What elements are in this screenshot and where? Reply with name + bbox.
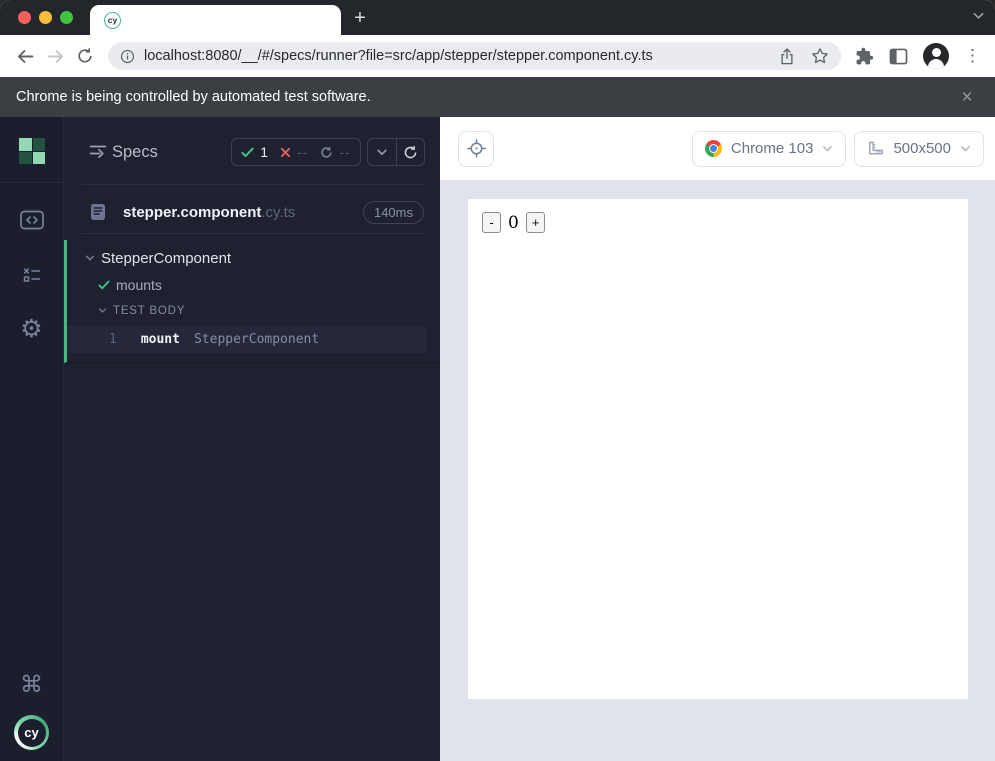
suite-row[interactable]: StepperComponent <box>67 246 440 270</box>
selector-playground-button[interactable] <box>458 131 494 167</box>
reporter-panel: Specs 1 -- -- <box>63 117 440 761</box>
test-passed-check-icon <box>98 280 110 290</box>
browser-select-label: Chrome 103 <box>731 140 814 157</box>
aut-viewport: - 0 + <box>468 199 968 699</box>
test-checklist-icon <box>22 267 41 284</box>
refresh-icon <box>403 145 418 160</box>
collapse-all-button[interactable] <box>368 139 396 165</box>
browser-window: cy + <box>0 0 995 761</box>
passed-check-icon <box>241 147 254 158</box>
reload-button[interactable] <box>70 41 100 71</box>
specs-list-toggle-button[interactable] <box>89 144 107 159</box>
runner-header: Chrome 103 500x500 <box>440 117 995 181</box>
decrement-button[interactable]: - <box>482 212 501 233</box>
chevron-down-icon <box>822 143 833 154</box>
automation-banner-text: Chrome is being controlled by automated … <box>16 89 371 105</box>
cypress-app: ⚙ ⌘ cy Specs 1 <box>0 117 995 761</box>
cypress-favicon-icon: cy <box>104 12 121 29</box>
runner-area: Chrome 103 500x500 <box>440 117 995 761</box>
reporter-header-buttons <box>367 138 425 166</box>
specs-list-icon <box>89 144 107 159</box>
viewport-select-label: 500x500 <box>893 140 951 157</box>
pending-count: -- <box>339 144 350 160</box>
test-title: mounts <box>116 277 162 293</box>
passed-count: 1 <box>260 144 268 160</box>
sidebar-item-settings[interactable]: ⚙ <box>20 317 42 342</box>
stepper-component: - 0 + <box>482 212 968 233</box>
command-number: 1 <box>109 332 117 347</box>
forward-button[interactable] <box>40 41 70 71</box>
chevron-down-icon <box>98 306 107 315</box>
spec-name: stepper.component.cy.ts <box>123 204 295 221</box>
share-icon[interactable] <box>779 48 795 65</box>
cypress-sidebar: ⚙ ⌘ cy <box>0 117 63 761</box>
browser-tab[interactable]: cy <box>90 5 341 35</box>
run-stats: 1 -- -- <box>231 138 361 166</box>
counter-value: 0 <box>508 213 519 233</box>
back-button[interactable] <box>10 41 40 71</box>
ruler-icon <box>867 140 884 157</box>
increment-button[interactable]: + <box>526 212 546 233</box>
browser-toolbar: localhost:8080/__/#/specs/runner?file=sr… <box>0 35 995 77</box>
automation-banner: Chrome is being controlled by automated … <box>0 77 995 117</box>
url-text: localhost:8080/__/#/specs/runner?file=sr… <box>144 48 769 64</box>
chevron-down-icon <box>376 146 388 158</box>
specs-panel-title: Specs <box>112 143 158 162</box>
test-row[interactable]: mounts <box>67 273 440 297</box>
profile-avatar[interactable] <box>923 43 949 69</box>
command-message: StepperComponent <box>194 332 319 347</box>
reload-icon <box>76 47 94 65</box>
chrome-logo-icon <box>705 140 722 157</box>
project-logo <box>19 138 45 164</box>
test-body-label: TEST BODY <box>113 305 185 317</box>
pending-refresh-icon <box>320 146 333 159</box>
chevron-down-icon <box>972 9 985 22</box>
command-method: mount <box>141 332 180 347</box>
close-window-button[interactable] <box>18 11 31 24</box>
sidebar-divider <box>0 182 63 183</box>
arrow-left-icon <box>16 47 35 66</box>
viewport-select[interactable]: 500x500 <box>854 131 984 167</box>
traffic-lights <box>18 11 73 24</box>
cypress-logo-text: cy <box>18 719 46 747</box>
suite-title: StepperComponent <box>101 250 231 267</box>
failed-count: -- <box>297 144 308 160</box>
chevron-down-icon <box>960 143 971 154</box>
side-panel-icon[interactable] <box>889 48 908 65</box>
sidebar-item-specs[interactable] <box>20 210 44 230</box>
test-results-block: StepperComponent mounts TEST BODY <box>64 240 440 363</box>
chevron-down-icon <box>85 253 95 263</box>
new-tab-button[interactable]: + <box>346 5 374 31</box>
search-tabs-button[interactable] <box>972 9 985 22</box>
browser-code-icon <box>20 210 44 230</box>
cypress-logo[interactable]: cy <box>14 715 49 750</box>
browser-menu-button[interactable]: ⋮ <box>964 46 981 66</box>
sidebar-item-runs[interactable] <box>22 267 41 284</box>
banner-close-icon[interactable]: × <box>955 85 979 109</box>
spec-row[interactable]: stepper.component.cy.ts 140ms <box>81 196 424 228</box>
arrow-right-icon <box>46 47 65 66</box>
gear-icon: ⚙ <box>20 317 42 342</box>
minimize-window-button[interactable] <box>39 11 52 24</box>
browser-select[interactable]: Chrome 103 <box>692 131 847 167</box>
bookmark-star-icon[interactable] <box>811 47 829 65</box>
command-key-icon: ⌘ <box>20 673 43 696</box>
extensions-puzzle-icon[interactable] <box>855 47 874 66</box>
keyboard-shortcuts-button[interactable]: ⌘ <box>20 673 43 696</box>
address-bar[interactable]: localhost:8080/__/#/specs/runner?file=sr… <box>108 42 841 70</box>
spec-duration-badge: 140ms <box>363 201 424 224</box>
toolbar-actions: ⋮ <box>849 43 987 69</box>
tab-strip: cy + <box>0 0 995 35</box>
failed-x-icon <box>280 147 291 158</box>
spec-extension: .cy.ts <box>261 204 295 221</box>
info-icon <box>120 49 135 64</box>
test-body-section[interactable]: TEST BODY <box>67 300 440 321</box>
rerun-tests-button[interactable] <box>396 139 425 165</box>
crosshair-icon <box>467 139 486 158</box>
spec-file-icon <box>90 203 106 221</box>
maximize-window-button[interactable] <box>60 11 73 24</box>
command-row[interactable]: 1 mount StepperComponent <box>67 326 426 353</box>
